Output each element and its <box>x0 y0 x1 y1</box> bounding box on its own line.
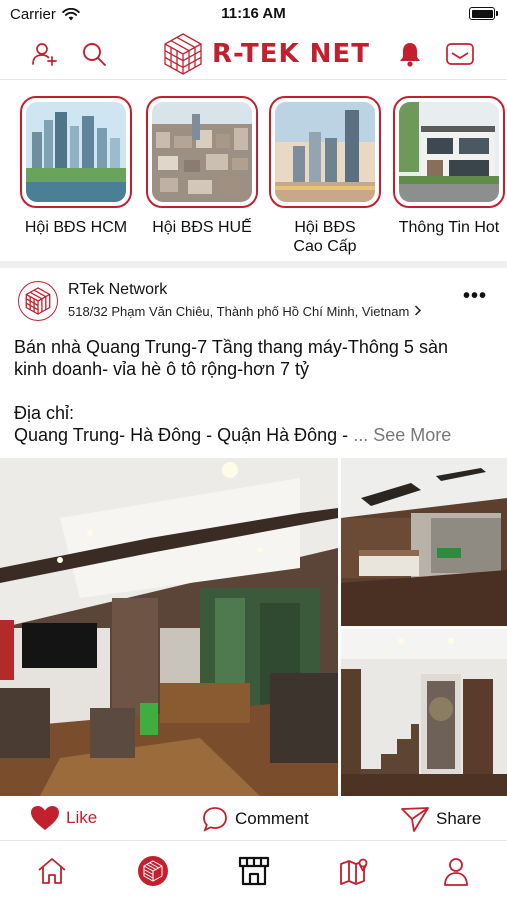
city-aerial-image <box>152 102 252 202</box>
more-options-icon[interactable]: ••• <box>463 285 487 308</box>
post-location[interactable]: 518/32 Phạm Văn Chiêu, Thành phố Hồ Chí … <box>68 304 422 319</box>
category-label: Hội BĐS HUẾ <box>152 219 252 236</box>
comment-label: Comment <box>235 809 309 828</box>
category-label: Hội BĐS Cao Cấp <box>269 218 381 256</box>
category-label: Thông Tin Hot <box>398 219 500 236</box>
tab-store[interactable] <box>236 854 272 888</box>
city-skyline-image <box>26 102 126 202</box>
comment-icon <box>203 807 227 832</box>
post-gallery <box>0 458 507 796</box>
towers-image <box>275 102 375 202</box>
post-author[interactable]: RTek Network <box>68 281 167 299</box>
staircase-photo[interactable] <box>341 629 507 796</box>
category-label: Hội BĐS HCM <box>24 219 128 236</box>
category-thumbnail <box>269 96 381 208</box>
search-icon[interactable] <box>78 38 110 70</box>
heart-icon <box>31 806 59 830</box>
villa-image <box>399 102 499 202</box>
category-thong-tin-hot[interactable]: Thông Tin Hot <box>393 96 505 237</box>
comment-button[interactable]: Comment <box>201 805 309 833</box>
living-room-photo[interactable] <box>0 458 338 796</box>
tab-home[interactable] <box>34 854 70 888</box>
post-address-line: Quang Trung- Hà Đông - Quận Hà Đông - ..… <box>14 424 494 446</box>
cube-logo-icon <box>164 33 202 75</box>
category-carousel[interactable]: Hội BĐS HCM Hội BĐS HUẾ Hội BĐS Cao Cấp … <box>0 80 507 268</box>
brand-name: R-TEK NET <box>212 39 370 69</box>
tab-map[interactable] <box>337 854 373 888</box>
category-label-line2: Cao Cấp <box>293 238 357 255</box>
store-icon <box>238 856 270 886</box>
share-label: Share <box>436 809 482 828</box>
see-more-link[interactable]: ... See More <box>353 425 451 445</box>
category-thumbnail <box>20 96 132 208</box>
network-logo-icon <box>138 856 168 886</box>
battery-icon <box>469 7 498 20</box>
tab-profile[interactable] <box>438 854 474 888</box>
clock: 11:16 AM <box>221 5 286 22</box>
avatar[interactable] <box>18 281 58 321</box>
brand-logo: R-TEK NET <box>160 30 370 78</box>
post-header: RTek Network 518/32 Phạm Văn Chiêu, Thàn… <box>0 275 507 330</box>
home-icon <box>38 858 66 884</box>
post-text-line: kinh doanh- vỉa hè ô tô rộng-hơn 7 tỷ <box>14 359 309 379</box>
status-bar: Carrier 11:16 AM <box>0 0 507 28</box>
bell-icon[interactable] <box>394 38 426 70</box>
mail-icon[interactable] <box>444 38 476 70</box>
category-thumbnail <box>393 96 505 208</box>
post-address-value: Quang Trung- Hà Đông - Quận Hà Đông - <box>14 425 349 445</box>
category-hue[interactable]: Hội BĐS HUẾ <box>146 96 258 237</box>
post-location-text: 518/32 Phạm Văn Chiêu, Thành phố Hồ Chí … <box>68 304 410 319</box>
category-thumbnail <box>146 96 258 208</box>
category-label-line1: Hội BĐS <box>294 219 356 236</box>
category-hcm[interactable]: Hội BĐS HCM <box>20 96 132 237</box>
category-cao-cap[interactable]: Hội BĐS Cao Cấp <box>269 96 381 256</box>
chevron-right-icon <box>414 305 422 316</box>
post-body: Bán nhà Quang Trung-7 Tầng thang máy-Thô… <box>14 336 494 446</box>
bedroom-photo[interactable] <box>341 458 507 626</box>
post-actions: Like Comment Share <box>0 797 507 841</box>
like-button[interactable]: Like <box>30 805 97 831</box>
post-address-label: Địa chỉ: <box>14 403 75 423</box>
map-icon <box>340 858 368 885</box>
like-label: Like <box>66 808 98 827</box>
app-header: R-TEK NET <box>0 28 507 80</box>
post-text-line: Bán nhà Quang Trung-7 Tầng thang máy-Thô… <box>14 337 448 357</box>
cube-logo-icon <box>25 287 51 315</box>
tab-network[interactable] <box>135 854 171 888</box>
send-icon <box>401 807 429 832</box>
bottom-tab-bar <box>0 842 507 900</box>
profile-icon <box>444 858 468 886</box>
add-user-icon[interactable] <box>28 38 60 70</box>
share-button[interactable]: Share <box>400 805 481 833</box>
